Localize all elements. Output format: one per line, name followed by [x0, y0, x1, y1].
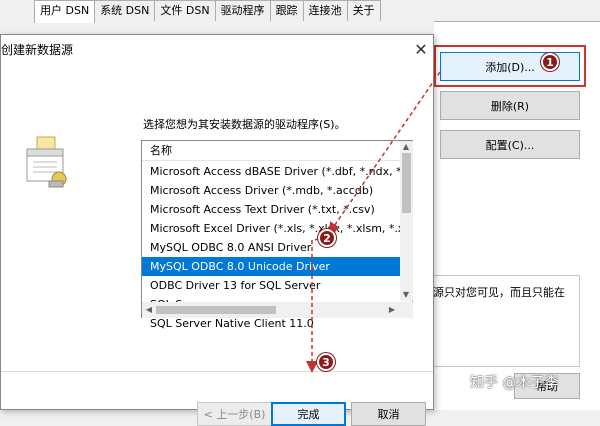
watermark: 知乎 @木子李 — [470, 375, 559, 391]
arrow-step-1-to-2 — [328, 71, 441, 235]
annotation-arrows — [306, 71, 441, 373]
step-badge-2: 2 — [318, 229, 336, 247]
step-badge-1: 1 — [541, 53, 559, 71]
step-badge-3: 3 — [317, 353, 335, 371]
